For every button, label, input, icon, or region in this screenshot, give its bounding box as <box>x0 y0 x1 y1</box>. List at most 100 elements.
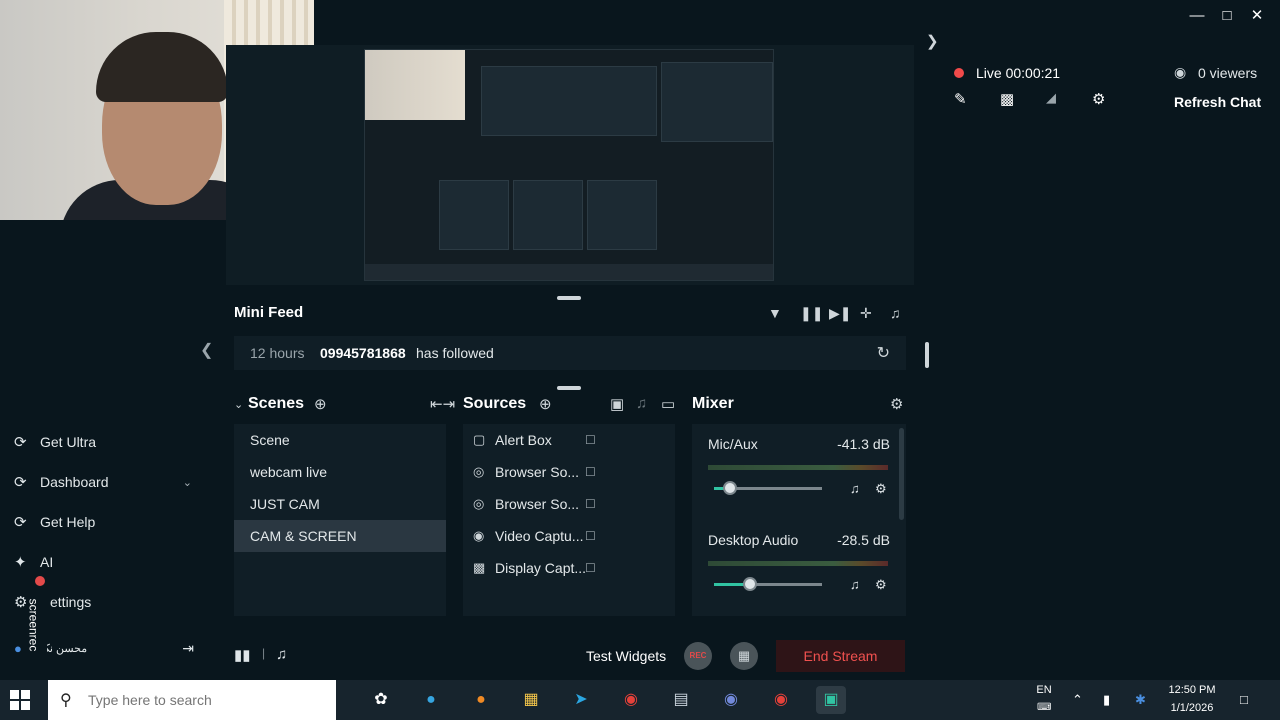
end-stream-button[interactable]: End Stream <box>776 640 905 672</box>
viewer-count: 0 viewers <box>1198 65 1258 81</box>
language-indicator[interactable]: EN <box>1034 684 1054 696</box>
nav-dashboard[interactable]: ⟳ Dashboard ⌄ <box>14 470 214 494</box>
add-source-icon[interactable]: ⊕ <box>539 395 552 413</box>
microphone-icon[interactable]: ▮ <box>1103 692 1110 708</box>
ultra-icon: ⟳ <box>14 434 27 451</box>
record-button[interactable]: REC <box>684 642 712 670</box>
resize-handle[interactable] <box>557 296 581 300</box>
gear-icon[interactable]: ⚙ <box>1092 90 1105 108</box>
notification-center-icon[interactable]: □ <box>1240 692 1248 707</box>
collapse-left-icon[interactable]: ❮ <box>200 340 213 360</box>
screenrec-overlay: screenrec <box>26 576 47 660</box>
source-item[interactable]: ◎ Browser So... ☐ <box>463 488 675 520</box>
chevron-right-icon[interactable]: ❯ <box>926 32 939 50</box>
scene-item-active[interactable]: CAM & SCREEN <box>234 520 446 552</box>
camera-icon[interactable]: ▩ <box>1000 90 1014 108</box>
source-item[interactable]: ▢ Alert Box ☐ <box>463 424 675 456</box>
mixer-scrollbar[interactable] <box>899 428 904 520</box>
chrome-icon[interactable]: ◉ <box>616 686 646 714</box>
share-icon[interactable]: ◢ <box>1046 90 1056 106</box>
source-item[interactable]: ▩ Display Capt... ☐ <box>463 552 675 584</box>
stream-preview[interactable] <box>226 45 914 285</box>
chevron-up-icon[interactable]: ⌃ <box>1072 692 1083 708</box>
discord-icon[interactable]: ◉ <box>716 686 746 714</box>
preview-webcam <box>365 50 465 120</box>
chatgpt-icon[interactable]: ✿ <box>366 686 396 714</box>
lock-icon[interactable]: ☐ <box>585 488 596 520</box>
mute-source-icon[interactable]: ♫ <box>636 395 647 412</box>
store-icon[interactable]: ▦ <box>516 686 546 714</box>
schedule-icon[interactable]: ▦ <box>730 642 758 670</box>
mixer-channel-name: Desktop Audio <box>708 532 799 548</box>
refresh-chat-button[interactable]: Refresh Chat <box>1174 94 1261 110</box>
logout-icon[interactable]: ⇥ <box>182 640 194 657</box>
pause-icon[interactable]: ❚❚ <box>800 305 823 322</box>
nav-get-ultra[interactable]: ⟳ Get Ultra <box>14 430 214 454</box>
mixer-settings-icon[interactable]: ⚙ <box>890 395 903 413</box>
scene-item[interactable]: Scene <box>234 424 446 456</box>
firefox-icon[interactable]: ● <box>466 686 496 714</box>
skip-icon[interactable]: ▶❚ <box>829 305 852 322</box>
lock-icon[interactable]: ☐ <box>585 552 596 584</box>
speaker-icon[interactable]: ♫ <box>850 481 860 496</box>
source-name: Video Captu... <box>495 528 584 544</box>
volume-meter <box>708 465 888 470</box>
add-folder-icon[interactable]: ▭ <box>661 395 675 413</box>
volume-slider-knob[interactable] <box>723 481 738 495</box>
gear-icon[interactable]: ⚙ <box>875 577 887 593</box>
maximize-icon[interactable]: □ <box>1216 6 1238 26</box>
source-item[interactable]: ◉ Video Captu... ☐ <box>463 520 675 552</box>
filter-icon[interactable]: ▼ <box>768 305 782 321</box>
mute-alerts-icon[interactable]: ✛ <box>860 305 872 322</box>
nav-get-ultra-label: Get Ultra <box>40 434 97 450</box>
scene-item[interactable]: webcam live <box>234 456 446 488</box>
edge-icon[interactable]: ● <box>416 686 446 714</box>
chrome-profile-icon[interactable]: ◉ <box>766 686 796 714</box>
lock-icon[interactable]: ☐ <box>585 456 596 488</box>
volume-icon[interactable]: ♫ <box>890 305 901 321</box>
search-icon: ⚲ <box>60 692 72 709</box>
test-widgets-button[interactable]: Test Widgets <box>586 648 666 664</box>
close-icon[interactable]: ✕ <box>1246 6 1268 26</box>
search-input[interactable] <box>88 690 318 710</box>
gear-icon[interactable]: ⚙ <box>875 481 887 497</box>
clock-time[interactable]: 12:50 PM <box>1160 684 1224 696</box>
minimize-icon[interactable]: — <box>1186 6 1208 26</box>
performance-icon[interactable]: ▮▮ <box>234 646 251 664</box>
screenrec-label: screenrec <box>26 598 41 652</box>
clock-date[interactable]: 1/1/2026 <box>1160 702 1224 714</box>
telegram-icon[interactable]: ➤ <box>566 686 596 714</box>
notification-bell-icon[interactable]: ♫ <box>276 646 287 663</box>
chevron-down-icon[interactable]: ⌄ <box>234 398 243 411</box>
live-dot-icon <box>954 68 964 78</box>
scene-item[interactable]: JUST CAM <box>234 488 446 520</box>
bluetooth-icon[interactable]: ✱ <box>1135 692 1146 708</box>
source-item[interactable]: ◎ Browser So... ☐ <box>463 456 675 488</box>
replay-icon[interactable]: ↻ <box>877 343 890 363</box>
taskbar-search[interactable]: ⚲ <box>48 680 336 720</box>
resize-handle[interactable] <box>557 386 581 390</box>
nav-get-help-label: Get Help <box>40 514 96 530</box>
streamlabs-icon[interactable]: ▣ <box>816 686 846 714</box>
mini-feed-event[interactable]: 12 hours 09945781868 has followed ↻ <box>234 336 906 370</box>
volume-slider[interactable] <box>714 481 822 495</box>
nav-get-help[interactable]: ⟳ Get Help <box>14 510 214 534</box>
app-icon[interactable]: ▤ <box>666 686 696 714</box>
nav-ai[interactable]: ✦ AI <box>14 550 214 574</box>
scene-transitions-icon[interactable]: ⇤⇥ <box>430 395 455 413</box>
pencil-icon[interactable]: ✎ <box>954 90 967 108</box>
volume-slider[interactable] <box>714 577 822 591</box>
chevron-down-icon[interactable]: ⌄ <box>183 476 192 489</box>
mini-feed-scrollbar[interactable] <box>925 342 929 368</box>
scenes-list: Scene webcam live JUST CAM CAM & SCREEN <box>234 424 446 616</box>
globe-icon: ◎ <box>473 496 485 511</box>
volume-slider-knob[interactable] <box>742 577 757 591</box>
lock-icon[interactable]: ☐ <box>585 424 596 456</box>
record-dot-icon <box>35 576 45 586</box>
selective-recording-icon[interactable]: ▣ <box>610 395 624 413</box>
add-scene-icon[interactable]: ⊕ <box>314 395 327 413</box>
speaker-icon[interactable]: ♫ <box>850 577 860 592</box>
lock-icon[interactable]: ☐ <box>585 520 596 552</box>
source-name: Display Capt... <box>495 560 587 576</box>
windows-start-icon[interactable] <box>10 690 30 710</box>
